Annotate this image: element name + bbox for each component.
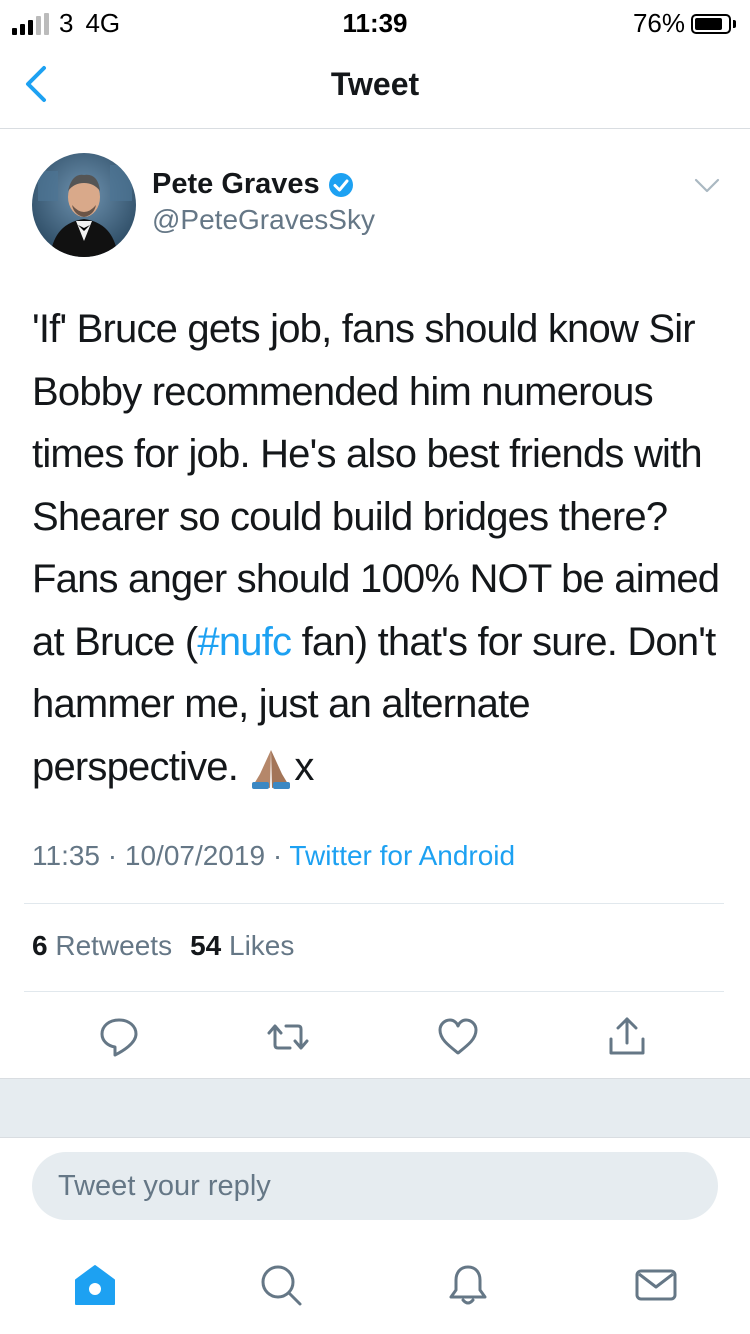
page-title: Tweet [330,66,420,102]
section-separator [0,1078,750,1138]
battery-tip [733,19,736,28]
meta-separator: · [272,840,283,871]
tweet-stats: 6 Retweets 54 Likes [32,930,294,962]
share-icon[interactable] [605,1015,649,1059]
nav-bar: Tweet [0,40,750,129]
retweets-stat[interactable]: 6 Retweets [32,930,172,962]
likes-label: Likes [229,930,295,961]
likes-stat[interactable]: 54 Likes [190,930,294,962]
tweet-text-part: 'If' Bruce gets job, fans should know Si… [32,307,720,664]
reply-icon[interactable] [97,1015,141,1059]
home-icon[interactable] [72,1262,118,1308]
battery-icon [691,13,731,34]
tweet-time: 11:35 [32,840,100,871]
likes-count: 54 [190,930,222,961]
tweet-date: 10/07/2019 [124,840,266,871]
tweet-text: 'If' Bruce gets job, fans should know Si… [32,298,722,798]
avatar-image [32,153,136,257]
status-bar: 3 4G 11:39 76% [0,0,750,40]
status-right: 76% [633,8,736,39]
meta-separator: · [107,840,118,871]
author-name-row: Pete Graves [152,168,354,201]
divider [24,903,724,904]
battery-percent: 76% [632,8,685,38]
tweet-meta: 11:35 · 10/07/2019 · Twitter for Android [32,840,515,872]
folded-hands-emoji-icon [252,749,291,789]
notifications-icon[interactable] [445,1262,491,1308]
reply-input[interactable]: Tweet your reply [32,1152,718,1220]
avatar[interactable] [32,153,136,257]
search-icon[interactable] [258,1262,304,1308]
retweets-count: 6 [32,930,48,961]
hashtag-link[interactable]: #nufc [197,620,292,664]
tweet-text-end: x [294,744,314,789]
retweet-icon[interactable] [266,1015,310,1059]
retweets-label: Retweets [55,930,173,961]
author-name[interactable]: Pete Graves [152,168,320,201]
author-handle[interactable]: @PeteGravesSky [152,204,375,236]
verified-badge-icon [328,172,353,197]
messages-icon[interactable] [633,1262,679,1308]
like-icon[interactable] [436,1015,480,1059]
tweet-source-link[interactable]: Twitter for Android [289,840,515,871]
chevron-down-icon[interactable] [694,178,720,194]
divider [24,991,724,992]
